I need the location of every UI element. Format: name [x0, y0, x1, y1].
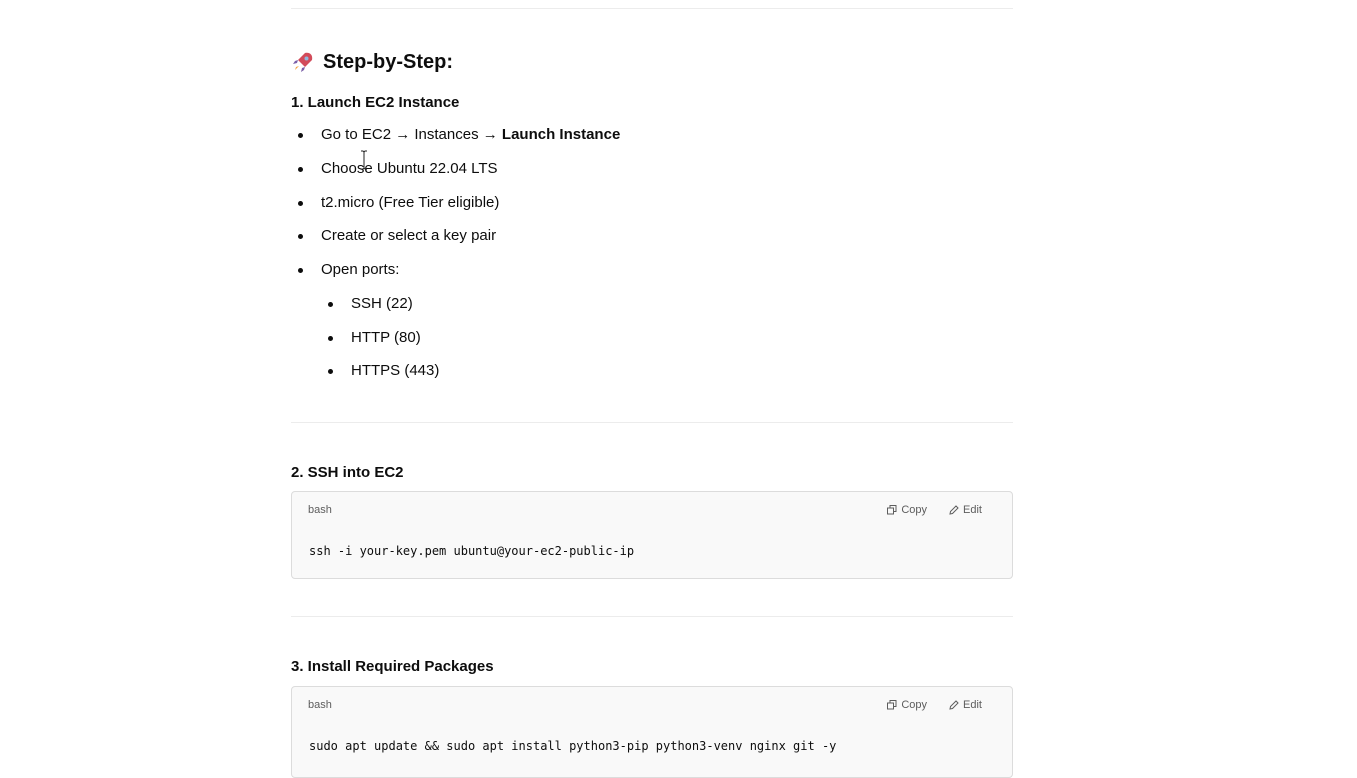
bullet [298, 167, 303, 172]
code-actions: Copy Edit [887, 504, 982, 516]
bullet [328, 369, 333, 374]
list-item: Create or select a key pair [298, 226, 497, 246]
divider [291, 616, 1013, 617]
sub-list-item: SSH (22) [328, 294, 413, 314]
code-actions: Copy Edit [887, 699, 982, 711]
copy-label: Copy [901, 504, 928, 516]
divider [291, 8, 1013, 9]
list-item-text: SSH (22) [351, 295, 413, 312]
edit-icon [949, 700, 959, 710]
step-heading: 2. SSH into EC2 [291, 464, 404, 481]
copy-icon [887, 505, 897, 515]
list-item-text: Go to EC2 → Instances → [321, 126, 502, 143]
step-heading: 1. Launch EC2 Instance [291, 94, 460, 111]
list-item: Open ports: [298, 260, 400, 280]
bullet [298, 201, 303, 206]
edit-icon [949, 505, 959, 515]
edit-label: Edit [963, 699, 982, 711]
code-content[interactable]: ssh -i your-key.pem ubuntu@your-ec2-publ… [309, 544, 634, 558]
list-item: Choose Ubuntu 22.04 LTS [298, 159, 498, 179]
edit-button[interactable]: Edit [949, 504, 982, 516]
code-block: bash Copy Edit sudo apt update && sudo a… [291, 686, 1013, 778]
divider [291, 422, 1013, 423]
section-title: Step-by-Step: [323, 50, 453, 73]
list-item: t2.micro (Free Tier eligible) [298, 193, 500, 213]
bullet [298, 268, 303, 273]
section-heading: Step-by-Step: [291, 50, 453, 74]
copy-button[interactable]: Copy [887, 504, 927, 516]
list-item-text: Create or select a key pair [321, 227, 497, 244]
list-item-text: HTTPS (443) [351, 362, 440, 379]
step-heading: 3. Install Required Packages [291, 658, 494, 675]
list-item: Go to EC2 → Instances → Launch Instance [298, 125, 621, 145]
list-item-text: t2.micro (Free Tier eligible) [321, 194, 500, 211]
code-language-label: bash [308, 699, 332, 711]
copy-button[interactable]: Copy [887, 699, 927, 711]
sub-list-item: HTTPS (443) [328, 361, 440, 381]
text-cursor-icon [361, 150, 367, 170]
rocket-icon [293, 52, 313, 72]
edit-label: Edit [963, 504, 982, 516]
list-item-bold-text: Launch Instance [501, 126, 621, 143]
bullet [328, 302, 333, 307]
code-language-label: bash [308, 504, 332, 516]
list-item-text: Open ports: [321, 261, 400, 278]
code-content[interactable]: sudo apt update && sudo apt install pyth… [309, 739, 836, 753]
list-item-text: HTTP (80) [351, 329, 421, 346]
edit-button[interactable]: Edit [949, 699, 982, 711]
sub-list-item: HTTP (80) [328, 328, 421, 348]
code-block: bash Copy Edit ssh -i your-key.pem ubunt… [291, 491, 1013, 579]
bullet [328, 336, 333, 341]
copy-label: Copy [901, 699, 928, 711]
bullet [298, 133, 303, 138]
bullet [298, 234, 303, 239]
copy-icon [887, 700, 897, 710]
list-item-text: Choose Ubuntu 22.04 LTS [321, 160, 498, 177]
